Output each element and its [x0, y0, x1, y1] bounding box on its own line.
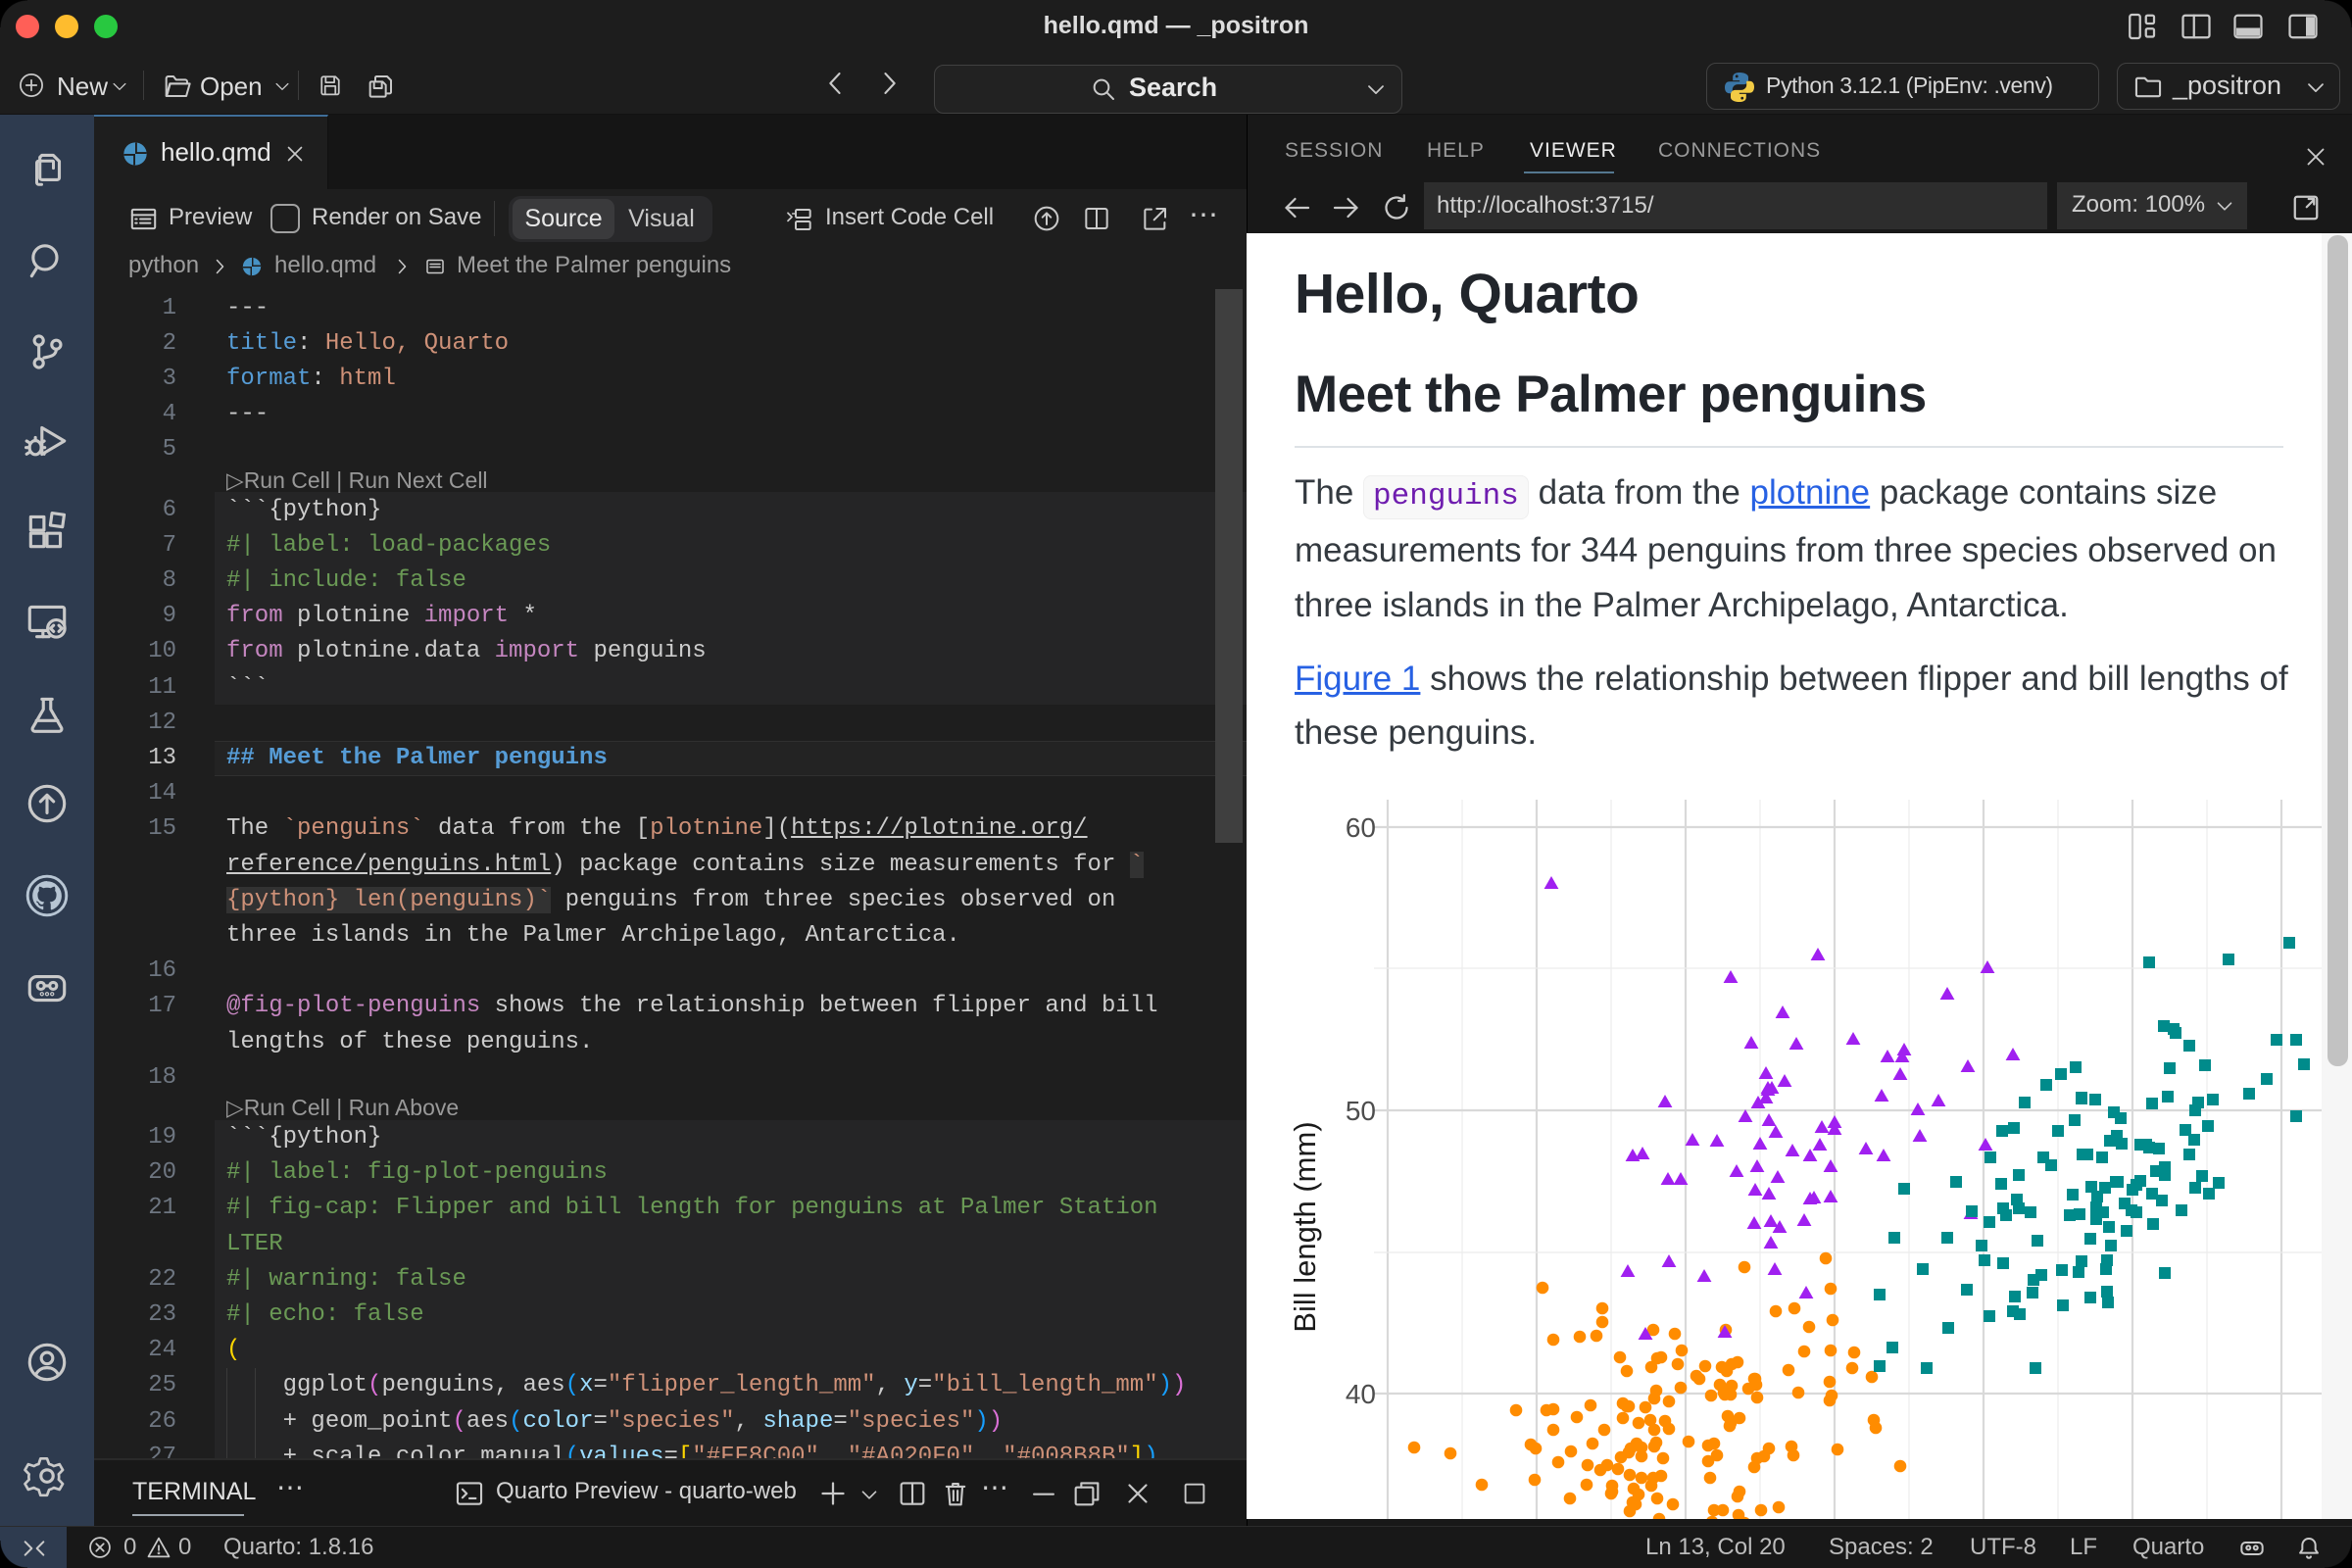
svg-text:60: 60: [1346, 812, 1376, 843]
svg-text:Bill length (mm): Bill length (mm): [1288, 1121, 1322, 1332]
svg-text:50: 50: [1346, 1096, 1376, 1126]
svg-text:40: 40: [1346, 1379, 1376, 1409]
